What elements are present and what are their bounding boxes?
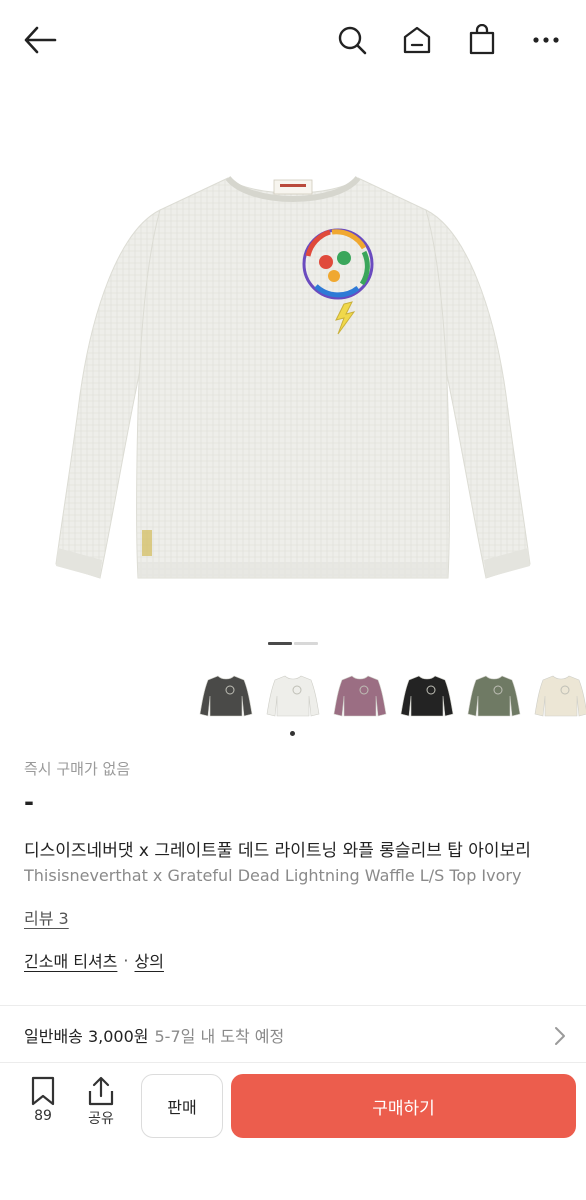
more-horizontal-icon — [533, 37, 559, 43]
section-divider — [0, 1005, 586, 1006]
share-icon — [88, 1076, 114, 1106]
pager-segment-1 — [268, 642, 292, 645]
product-title-korean: 디스이즈네버댓 x 그레이트풀 데드 라이트닝 와플 롱슬리브 탑 아이보리 — [24, 841, 531, 861]
title-fade-overlay — [546, 830, 586, 896]
product-title-english: Thisisneverthat x Grateful Dead Lightnin… — [24, 866, 522, 885]
product-image — [55, 175, 531, 579]
share-button[interactable]: 공유 — [80, 1076, 122, 1128]
search-button[interactable] — [332, 20, 372, 60]
thumbnail-indicator-dot — [290, 731, 295, 736]
cart-button[interactable] — [462, 20, 502, 60]
wish-count: 89 — [34, 1108, 52, 1124]
arrow-left-icon — [24, 26, 57, 54]
top-app-bar — [0, 0, 586, 80]
product-image-carousel[interactable] — [0, 80, 586, 620]
buy-button[interactable]: 구매하기 — [231, 1074, 576, 1138]
thumbnail-shirt-image — [467, 675, 521, 717]
shopping-bag-icon — [469, 24, 495, 55]
thumbnail-shirt-image — [400, 675, 454, 717]
color-thumbnail-ivory[interactable] — [263, 664, 323, 724]
shipping-info-row[interactable]: 일반배송 3,000원 5-7일 내 도착 예정 — [24, 1023, 284, 1047]
category-breadcrumb: 긴소매 티셔츠 · 상의 — [24, 948, 164, 972]
category-secondary-link[interactable]: 상의 — [135, 948, 164, 972]
search-icon — [338, 26, 367, 55]
shipping-label: 일반배송 3,000원 — [24, 1027, 149, 1046]
sell-button[interactable]: 판매 — [141, 1074, 223, 1138]
color-variant-list — [196, 664, 586, 726]
chevron-right-icon[interactable] — [554, 1026, 566, 1046]
color-thumbnail-cream[interactable] — [531, 664, 586, 724]
image-pager — [268, 642, 318, 645]
instant-purchase-status: 즉시 구매가 없음 — [24, 760, 131, 778]
category-separator: · — [123, 950, 129, 970]
price: - — [24, 788, 34, 816]
bottom-action-bar: 89 공유 판매 구매하기 — [0, 1062, 586, 1200]
color-thumbnail-olive[interactable] — [464, 664, 524, 724]
wishlist-button[interactable]: 89 — [22, 1076, 64, 1124]
share-label: 공유 — [88, 1111, 114, 1127]
color-thumbnail-charcoal[interactable] — [196, 664, 256, 724]
back-button[interactable] — [20, 20, 60, 60]
category-primary-link[interactable]: 긴소매 티셔츠 — [24, 948, 117, 972]
thumbnail-shirt-image — [534, 675, 586, 717]
thumbnail-shirt-image — [266, 675, 320, 717]
thumbnail-shirt-image — [199, 675, 253, 717]
thumbnail-shirt-image — [333, 675, 387, 717]
color-thumbnail-purple[interactable] — [330, 664, 390, 724]
home-icon — [403, 26, 431, 54]
review-link[interactable]: 리뷰 3 — [24, 905, 69, 929]
bookmark-icon — [31, 1076, 55, 1106]
color-thumbnail-black[interactable] — [397, 664, 457, 724]
shipping-eta: 5-7일 내 도착 예정 — [154, 1027, 285, 1046]
home-button[interactable] — [397, 20, 437, 60]
pager-segment-2 — [294, 642, 318, 645]
more-button[interactable] — [526, 20, 566, 60]
